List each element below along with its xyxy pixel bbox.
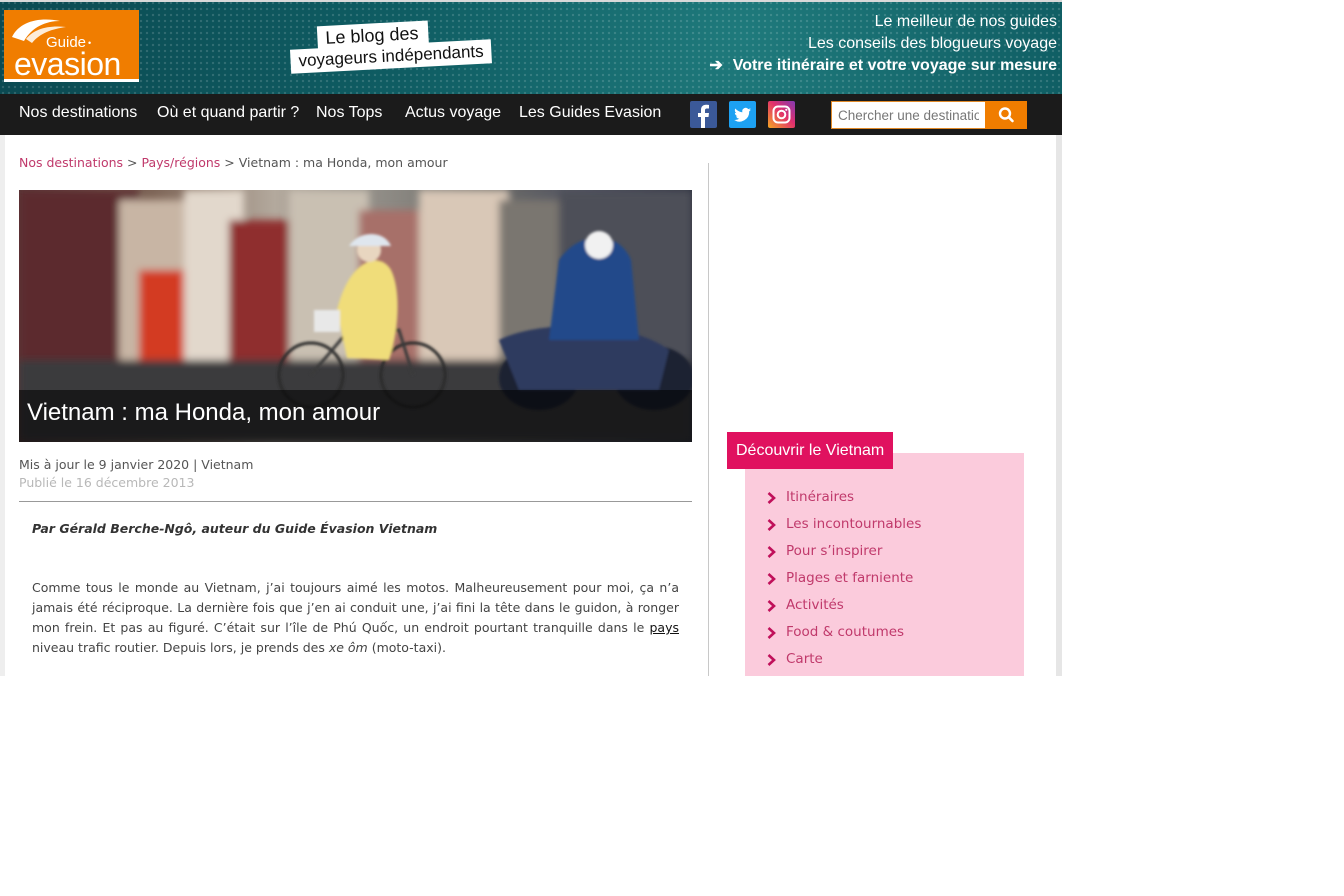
menu-item-label: Itinéraires [786, 489, 855, 505]
chevron-right-icon [767, 600, 776, 612]
article-title: Vietnam : ma Honda, mon amour [27, 399, 381, 426]
nav-item-news[interactable]: Actus voyage [405, 104, 501, 122]
menu-item-label: Les incontournables [786, 516, 922, 532]
nav-item-destinations[interactable]: Nos destinations [19, 104, 137, 122]
search-button[interactable] [985, 101, 1027, 129]
site-container: Guide evasion Le blog des voyageurs indé… [0, 0, 1062, 676]
nav-item-guides[interactable]: Les Guides Evasion [519, 104, 661, 122]
menu-item-carte[interactable]: Carte [745, 646, 921, 673]
article-paragraph: Comme tous le monde au Vietnam, j’ai tou… [32, 578, 679, 658]
tagline-itinerary-text: Votre itinéraire et votre voyage sur mes… [732, 57, 1057, 74]
chevron-right-icon [767, 573, 776, 585]
search-input[interactable] [831, 101, 985, 129]
paragraph-text: (moto-taxi). [367, 640, 446, 655]
tagline-bloggers[interactable]: Les conseils des blogueurs voyage [709, 33, 1057, 55]
page-scroll-edge [1056, 135, 1062, 676]
article-divider [19, 501, 692, 502]
instagram-icon[interactable] [768, 101, 795, 128]
paragraph-text: Comme tous le monde au Vietnam, j’ai tou… [32, 580, 679, 635]
chevron-right-icon [767, 492, 776, 504]
arrow-right-icon: ➔ [709, 57, 723, 74]
search-icon [998, 107, 1014, 123]
tagline-itinerary[interactable]: ➔ Votre itinéraire et votre voyage sur me… [709, 55, 1057, 77]
menu-item-label: Plages et farniente [786, 570, 914, 586]
nav-item-tops[interactable]: Nos Tops [316, 104, 382, 122]
column-divider [708, 163, 709, 676]
menu-item-incontournables[interactable]: Les incontournables [745, 511, 921, 538]
breadcrumb: Nos destinations > Pays/régions > Vietna… [19, 155, 448, 170]
article-updated-date: Mis à jour le 9 janvier 2020 | Vietnam [19, 457, 254, 472]
paragraph-italic: xe ôm [328, 640, 368, 655]
menu-item-activites[interactable]: Activités [745, 592, 921, 619]
chevron-right-icon [767, 627, 776, 639]
twitter-icon[interactable] [729, 101, 756, 128]
menu-item-inspirer[interactable]: Pour s’inspirer [745, 538, 921, 565]
breadcrumb-regions[interactable]: Pays/régions [142, 155, 221, 170]
nav-item-when-where[interactable]: Où et quand partir ? [157, 104, 299, 122]
hero-caption: Vietnam : ma Honda, mon amour [19, 390, 692, 442]
breadcrumb-destinations[interactable]: Nos destinations [19, 155, 123, 170]
menu-item-label: Food & coutumes [786, 624, 905, 640]
menu-item-itineraires[interactable]: Itinéraires [745, 484, 921, 511]
blog-badge: Le blog des voyageurs indépendants [289, 12, 512, 81]
discover-menu: Itinéraires Les incontournables Pour s’i… [745, 484, 921, 673]
menu-item-label: Activités [786, 597, 844, 613]
main-nav: Nos destinations Où et quand partir ? No… [0, 94, 1062, 135]
facebook-icon[interactable] [690, 101, 717, 128]
hero-image: Vietnam : ma Honda, mon amour [19, 190, 692, 442]
article-author: Par Gérald Berche-Ngô, auteur du Guide É… [32, 521, 438, 536]
breadcrumb-current: Vietnam : ma Honda, mon amour [238, 155, 448, 170]
menu-item-label: Pour s’inspirer [786, 543, 883, 559]
breadcrumb-separator: > [224, 155, 235, 170]
article-published-date: Publié le 16 décembre 2013 [19, 475, 195, 490]
menu-item-plages[interactable]: Plages et farniente [745, 565, 921, 592]
breadcrumb-separator: > [127, 155, 138, 170]
menu-item-label: Carte [786, 651, 823, 667]
header-taglines: Le meilleur de nos guides Les conseils d… [709, 11, 1057, 77]
site-header: Guide evasion Le blog des voyageurs indé… [0, 0, 1062, 94]
chevron-right-icon [767, 546, 776, 558]
link-pays[interactable]: pays [649, 620, 679, 635]
chevron-right-icon [767, 519, 776, 531]
guide-evasion-logo[interactable]: Guide evasion [4, 10, 139, 82]
discover-vietnam-tab[interactable]: Découvrir le Vietnam [727, 432, 894, 469]
logo-text-evasion: evasion [14, 46, 121, 82]
top-rule [0, 0, 1062, 2]
chevron-right-icon [767, 654, 776, 666]
paragraph-text: niveau trafic routier. Depuis lors, je p… [32, 640, 329, 655]
tagline-guides[interactable]: Le meilleur de nos guides [709, 11, 1057, 33]
menu-item-food[interactable]: Food & coutumes [745, 619, 921, 646]
page-border-left [0, 135, 5, 676]
